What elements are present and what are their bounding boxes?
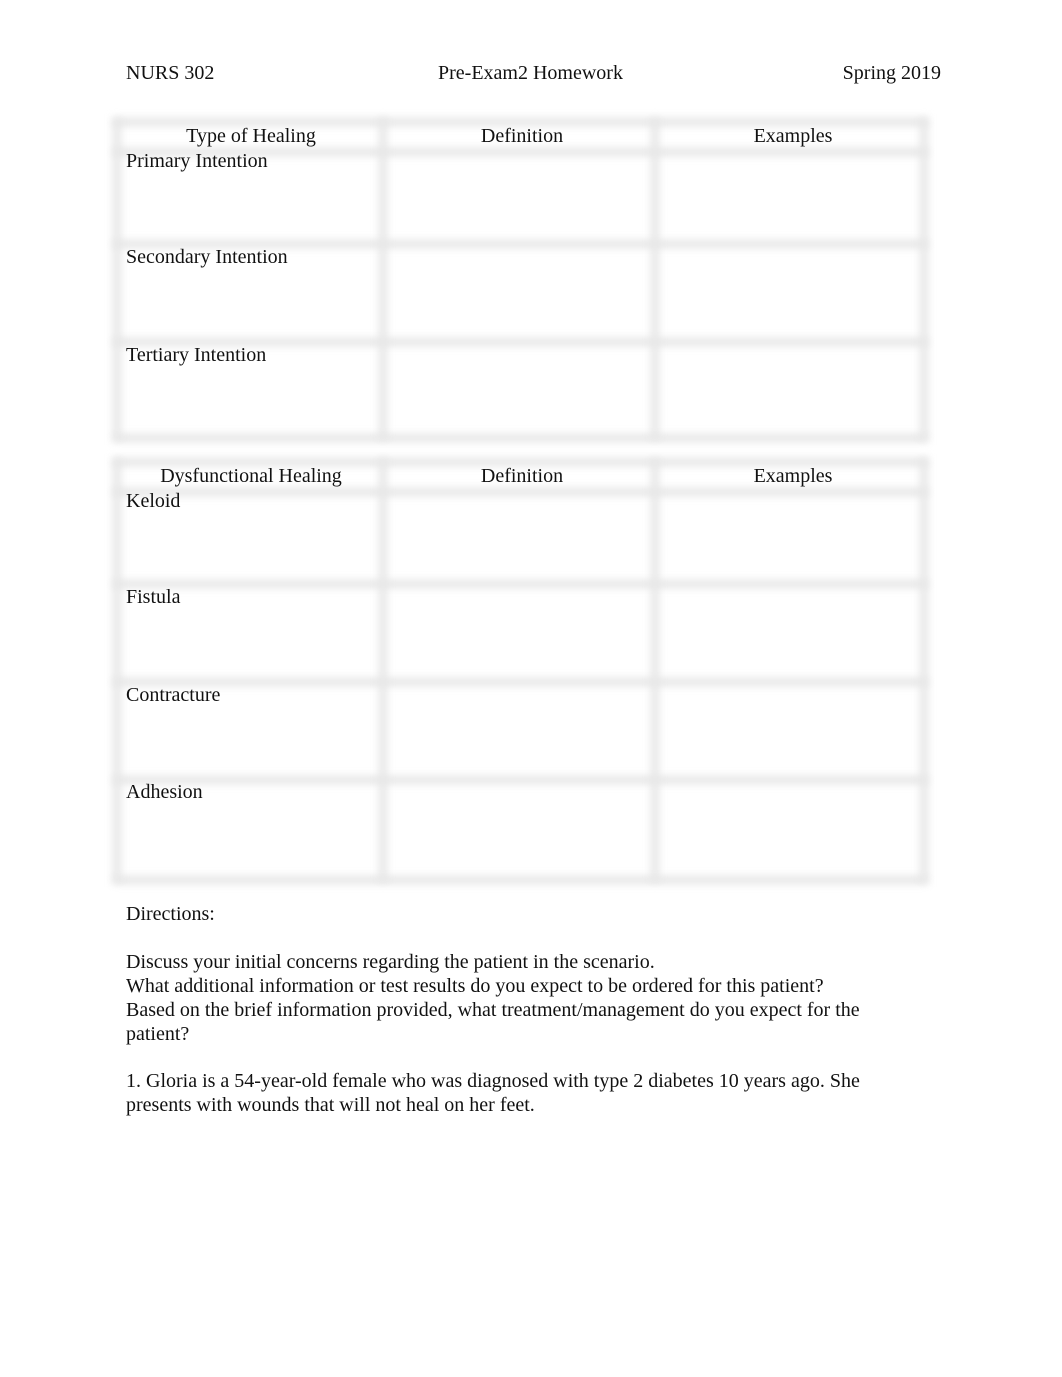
table-border [651,458,659,882]
table-border [920,458,928,882]
healing-types-table: Type of Healing Definition Examples Prim… [113,118,928,442]
row-label-tertiary-intention: Tertiary Intention [126,344,267,366]
document-title: Pre-Exam2 Homework [438,62,623,84]
table-border [113,678,928,686]
row-label-contracture: Contracture [126,684,221,706]
page-header: NURS 302 Pre-Exam2 Homework Spring 2019 [126,62,941,88]
column-header-examples: Examples [753,465,833,487]
column-header-definition: Definition [480,465,564,487]
directions-line: Discuss your initial concerns regarding … [126,951,655,973]
table-border [113,118,121,440]
table-border [113,876,928,884]
column-header-type: Type of Healing [186,125,316,147]
column-header-definition: Definition [480,125,564,147]
table-border [113,580,928,588]
dysfunctional-healing-table: Dysfunctional Healing Definition Example… [113,458,928,884]
row-label-secondary-intention: Secondary Intention [126,246,288,268]
table-border [113,458,121,882]
row-label-keloid: Keloid [126,490,181,512]
row-label-adhesion: Adhesion [126,781,203,803]
column-header-type: Dysfunctional Healing [160,465,342,487]
table-border [651,118,659,440]
row-label-primary-intention: Primary Intention [126,150,268,172]
table-border [379,118,387,440]
scenario-text: 1. Gloria is a 54-year-old female who wa… [126,1070,860,1116]
table-border [379,458,387,882]
directions-line: What additional information or test resu… [126,975,824,997]
course-code: NURS 302 [126,62,215,84]
table-border [113,776,928,784]
table-border [113,434,928,442]
row-label-fistula: Fistula [126,586,181,608]
directions-heading: Directions: [126,903,215,925]
table-border [920,118,928,440]
term: Spring 2019 [842,62,941,84]
column-header-examples: Examples [753,125,833,147]
table-border [113,488,928,496]
directions-line: Based on the brief information provided,… [126,999,860,1045]
